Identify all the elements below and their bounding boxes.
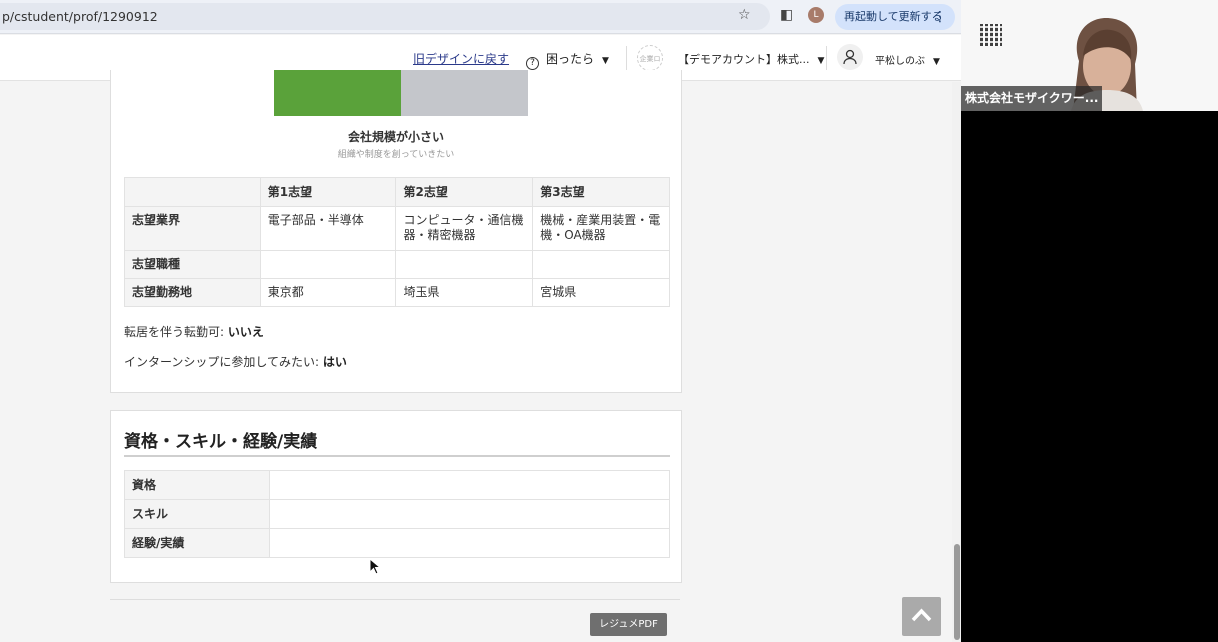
- relaunch-update-button[interactable]: 再起動して更新する ⋮: [835, 4, 955, 30]
- column-header: 第3志望: [532, 177, 670, 207]
- table-row: 志望職種: [124, 250, 670, 279]
- back-to-old-design-link[interactable]: 旧デザインに戻す: [413, 50, 509, 67]
- relocation-label: 転居を伴う転勤可:: [124, 325, 228, 339]
- table-cell: 機械・産業用装置・電機・OA機器: [532, 206, 670, 251]
- table-cell: [259, 250, 397, 279]
- table-cell: コンピュータ・通信機器・精密機器: [395, 206, 534, 251]
- header-divider: [626, 46, 627, 70]
- preferences-card: 会社規模が小さい 組織や制度を創っていきたい 第1志望 第2志望 第3志望 志望…: [110, 70, 682, 393]
- section-title: 資格・スキル・経験/実績: [124, 432, 318, 452]
- caret-down-icon: ▼: [817, 56, 825, 66]
- internship-line: インターンシップに参加してみたい: はい: [124, 353, 347, 370]
- column-header: [124, 177, 261, 207]
- table-cell: 電子部品・半導体: [259, 206, 397, 251]
- row-label: スキル: [124, 499, 270, 529]
- footer-divider: [110, 599, 680, 600]
- table-row: スキル: [124, 499, 670, 529]
- user-name: 平松しのぶ: [875, 56, 925, 67]
- table-row: 資格: [124, 470, 670, 500]
- url-text: p/cstudent/prof/1290912: [2, 9, 158, 24]
- account-label: 【デモアカウント】株式...: [678, 53, 810, 66]
- help-label: 困ったら: [546, 52, 595, 66]
- help-menu[interactable]: ? 困ったら ▼: [526, 50, 609, 70]
- question-circle-icon: ?: [526, 57, 539, 70]
- company-scale-bar-empty: [401, 70, 528, 116]
- browser-toolbar: p/cstudent/prof/1290912 ☆ ◧ L 再起動して更新する …: [0, 0, 961, 34]
- address-bar[interactable]: p/cstudent/prof/1290912: [0, 3, 770, 30]
- table-cell: [532, 250, 670, 279]
- internship-value: はい: [322, 355, 347, 369]
- table-cell: [269, 499, 670, 529]
- table-cell: 宮城県: [532, 278, 670, 307]
- skills-card: 資格・スキル・経験/実績 資格 スキル 経験/実績: [110, 410, 682, 583]
- side-panel-icon[interactable]: ◧: [780, 7, 793, 23]
- relocation-value: いいえ: [227, 325, 264, 339]
- caret-down-icon: ▼: [602, 56, 609, 66]
- table-row: 志望業界 電子部品・半導体 コンピュータ・通信機器・精密機器 機械・産業用装置・…: [124, 206, 670, 251]
- scroll-to-top-button[interactable]: [902, 597, 941, 636]
- company-scale-bar-filled: [274, 70, 401, 116]
- row-label: 資格: [124, 470, 270, 500]
- row-label: 志望業界: [124, 206, 261, 251]
- scale-subtitle: 組織や制度を創っていきたい: [337, 150, 455, 160]
- table-header-row: 第1志望 第2志望 第3志望: [124, 177, 670, 207]
- relocation-line: 転居を伴う転勤可: いいえ: [124, 323, 264, 340]
- qr-code-pattern: [980, 24, 1002, 46]
- table-cell: 埼玉県: [395, 278, 534, 307]
- internship-label: インターンシップに参加してみたい:: [124, 355, 323, 369]
- column-header: 第2志望: [395, 177, 534, 207]
- preference-table: 第1志望 第2志望 第3志望 志望業界 電子部品・半導体 コンピュータ・通信機器…: [124, 177, 670, 307]
- table-cell: [269, 470, 670, 500]
- mouse-cursor-icon: [369, 558, 381, 575]
- scale-title: 会社規模が小さい: [347, 130, 444, 144]
- table-cell: 東京都: [259, 278, 397, 307]
- caret-down-icon: ▼: [933, 57, 940, 67]
- participant-name-label: 株式会社モザイクワー...: [961, 86, 1102, 111]
- table-cell: [395, 250, 534, 279]
- resume-pdf-button[interactable]: レジュメPDF: [590, 613, 667, 636]
- relaunch-label: 再起動して更新する: [844, 10, 943, 23]
- section-divider: [124, 455, 670, 457]
- row-label: 志望勤務地: [124, 278, 261, 307]
- browser-window: p/cstudent/prof/1290912 ☆ ◧ L 再起動して更新する …: [0, 0, 961, 642]
- more-menu-icon[interactable]: ⋮: [933, 4, 947, 30]
- video-participant-tile: 株式会社モザイクワー...: [961, 0, 1218, 111]
- table-cell: [269, 528, 670, 558]
- table-row: 経験/実績: [124, 528, 670, 558]
- company-logo: 企業ロゴ: [637, 45, 663, 89]
- row-label: 志望職種: [124, 250, 261, 279]
- bookmark-star-icon[interactable]: ☆: [738, 7, 751, 23]
- row-label: 経験/実績: [124, 528, 270, 558]
- column-header: 第1志望: [259, 177, 397, 207]
- table-row: 志望勤務地 東京都 埼玉県 宮城県: [124, 278, 670, 307]
- account-menu[interactable]: 【デモアカウント】株式... ▼: [678, 51, 824, 67]
- chevron-up-icon: [911, 608, 932, 622]
- user-icon[interactable]: [837, 44, 863, 70]
- profile-avatar[interactable]: L: [808, 7, 824, 23]
- scrollbar-thumb[interactable]: [954, 544, 960, 640]
- skills-table: 資格 スキル 経験/実績: [124, 470, 670, 558]
- header-divider: [826, 46, 827, 70]
- user-menu[interactable]: 平松しのぶ ▼: [875, 52, 940, 67]
